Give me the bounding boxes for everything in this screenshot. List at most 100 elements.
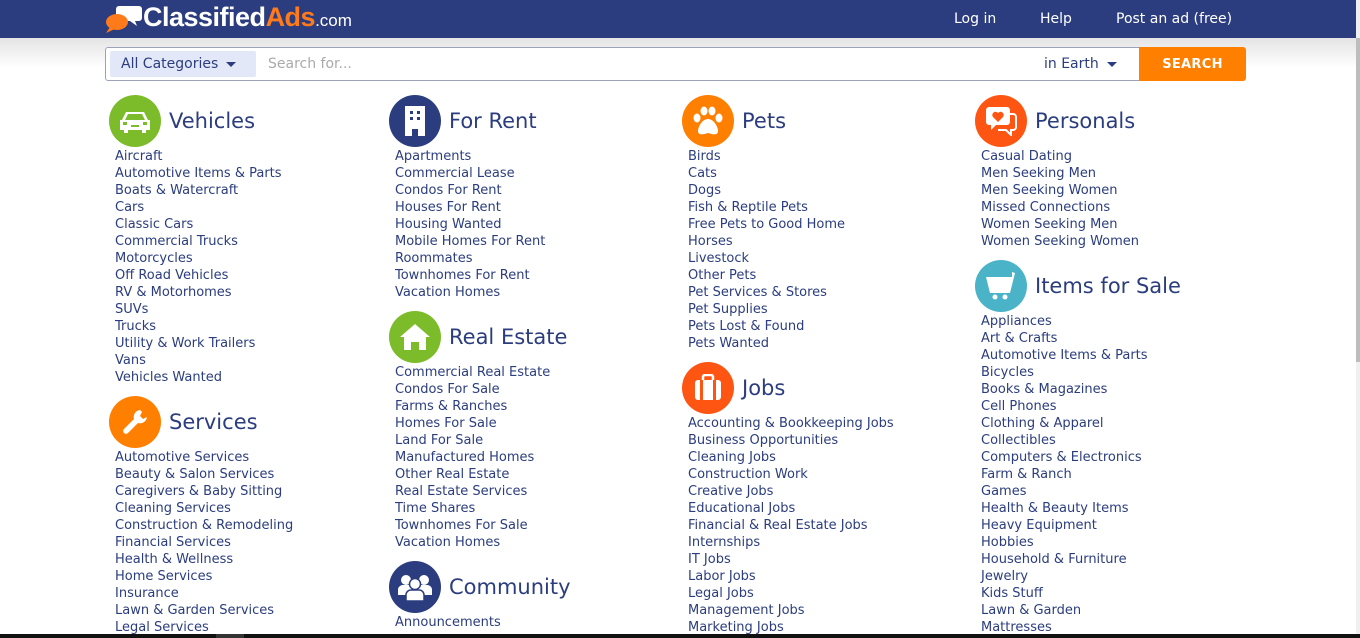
category-link[interactable]: Mobile Homes For Rent [395,233,545,250]
category-link[interactable]: Automotive Items & Parts [115,165,282,182]
category-link[interactable]: Farms & Ranches [395,398,567,415]
section-header[interactable]: Community [389,561,571,613]
category-link[interactable]: Beauty & Salon Services [115,466,293,483]
category-link[interactable]: Houses For Rent [395,199,545,216]
category-link[interactable]: Cats [688,165,845,182]
category-link[interactable]: Cell Phones [981,398,1181,415]
section-title[interactable]: Vehicles [169,109,255,133]
category-link[interactable]: Trucks [115,318,282,335]
category-link[interactable]: Vehicles Wanted [115,369,282,386]
category-link[interactable]: Aircraft [115,148,282,165]
category-link[interactable]: Other Real Estate [395,466,567,483]
help-link[interactable]: Help [1040,0,1072,38]
category-link[interactable]: Collectibles [981,432,1181,449]
category-link[interactable]: Women Seeking Women [981,233,1139,250]
category-link[interactable]: Vacation Homes [395,284,545,301]
category-link[interactable]: Construction Work [688,466,894,483]
category-link[interactable]: Condos For Sale [395,381,567,398]
category-link[interactable]: Household & Furniture [981,551,1181,568]
category-link[interactable]: Real Estate Services [395,483,567,500]
category-link[interactable]: Vans [115,352,282,369]
category-link[interactable]: IT Jobs [688,551,894,568]
category-link[interactable]: Pets Wanted [688,335,845,352]
category-link[interactable]: Cleaning Jobs [688,449,894,466]
category-link[interactable]: Dogs [688,182,845,199]
category-link[interactable]: Commercial Lease [395,165,545,182]
category-link[interactable]: Construction & Remodeling [115,517,293,534]
section-title[interactable]: Real Estate [449,325,567,349]
category-link[interactable]: Books & Magazines [981,381,1181,398]
section-header[interactable]: Personals [975,95,1139,147]
section-title[interactable]: Community [449,575,571,599]
category-link[interactable]: Health & Beauty Items [981,500,1181,517]
category-link[interactable]: Homes For Sale [395,415,567,432]
category-link[interactable]: Educational Jobs [688,500,894,517]
category-link[interactable]: Livestock [688,250,845,267]
category-link[interactable]: Vacation Homes [395,534,567,551]
category-link[interactable]: Cars [115,199,282,216]
category-link[interactable]: Labor Jobs [688,568,894,585]
category-link[interactable]: Creative Jobs [688,483,894,500]
login-link[interactable]: Log in [954,0,996,38]
category-link[interactable]: Automotive Items & Parts [981,347,1181,364]
category-link[interactable]: Heavy Equipment [981,517,1181,534]
category-link[interactable]: Fish & Reptile Pets [688,199,845,216]
category-link[interactable]: Lawn & Garden [981,602,1181,619]
category-link[interactable]: Automotive Services [115,449,293,466]
category-link[interactable]: Housing Wanted [395,216,545,233]
site-logo[interactable]: ClassifiedAds.com [105,2,352,35]
section-title[interactable]: Items for Sale [1035,274,1181,298]
category-link[interactable]: Missed Connections [981,199,1139,216]
category-link[interactable]: RV & Motorhomes [115,284,282,301]
section-title[interactable]: Pets [742,109,786,133]
category-link[interactable]: Games [981,483,1181,500]
search-button[interactable]: SEARCH [1139,47,1246,81]
category-link[interactable]: Home Services [115,568,293,585]
location-dropdown[interactable]: in Earth [1044,51,1117,77]
category-link[interactable]: Commercial Real Estate [395,364,567,381]
category-link[interactable]: Horses [688,233,845,250]
category-link[interactable]: Caregivers & Baby Sitting [115,483,293,500]
section-title[interactable]: Jobs [742,376,785,400]
category-link[interactable]: Condos For Rent [395,182,545,199]
category-link[interactable]: Townhomes For Sale [395,517,567,534]
section-header[interactable]: Real Estate [389,311,567,363]
category-dropdown[interactable]: All Categories [110,51,256,77]
category-link[interactable]: Birds [688,148,845,165]
category-link[interactable]: Kids Stuff [981,585,1181,602]
category-link[interactable]: Clothing & Apparel [981,415,1181,432]
category-link[interactable]: Cleaning Services [115,500,293,517]
category-link[interactable]: Roommates [395,250,545,267]
category-link[interactable]: Townhomes For Rent [395,267,545,284]
category-link[interactable]: Classic Cars [115,216,282,233]
category-link[interactable]: Motorcycles [115,250,282,267]
category-link[interactable]: Business Opportunities [688,432,894,449]
category-link[interactable]: Other Pets [688,267,845,284]
category-link[interactable]: Apartments [395,148,545,165]
category-link[interactable]: Computers & Electronics [981,449,1181,466]
category-link[interactable]: Appliances [981,313,1181,330]
category-link[interactable]: Farm & Ranch [981,466,1181,483]
category-link[interactable]: Utility & Work Trailers [115,335,282,352]
category-link[interactable]: SUVs [115,301,282,318]
category-link[interactable]: Pet Supplies [688,301,845,318]
section-header[interactable]: Pets [682,95,845,147]
category-link[interactable]: Off Road Vehicles [115,267,282,284]
category-link[interactable]: Health & Wellness [115,551,293,568]
category-link[interactable]: Management Jobs [688,602,894,619]
category-link[interactable]: Women Seeking Men [981,216,1139,233]
category-link[interactable]: Casual Dating [981,148,1139,165]
search-input[interactable] [268,51,1028,77]
category-link[interactable]: Commercial Trucks [115,233,282,250]
category-link[interactable]: Bicycles [981,364,1181,381]
category-link[interactable]: Art & Crafts [981,330,1181,347]
horizontal-scrollbar-thumb[interactable] [216,634,244,638]
post-ad-link[interactable]: Post an ad (free) [1116,0,1232,38]
category-link[interactable]: Men Seeking Women [981,182,1139,199]
category-link[interactable]: Land For Sale [395,432,567,449]
category-link[interactable]: Hobbies [981,534,1181,551]
category-link[interactable]: Announcements [395,614,571,631]
section-header[interactable]: Items for Sale [975,260,1181,312]
section-title[interactable]: Services [169,410,258,434]
category-link[interactable]: Manufactured Homes [395,449,567,466]
